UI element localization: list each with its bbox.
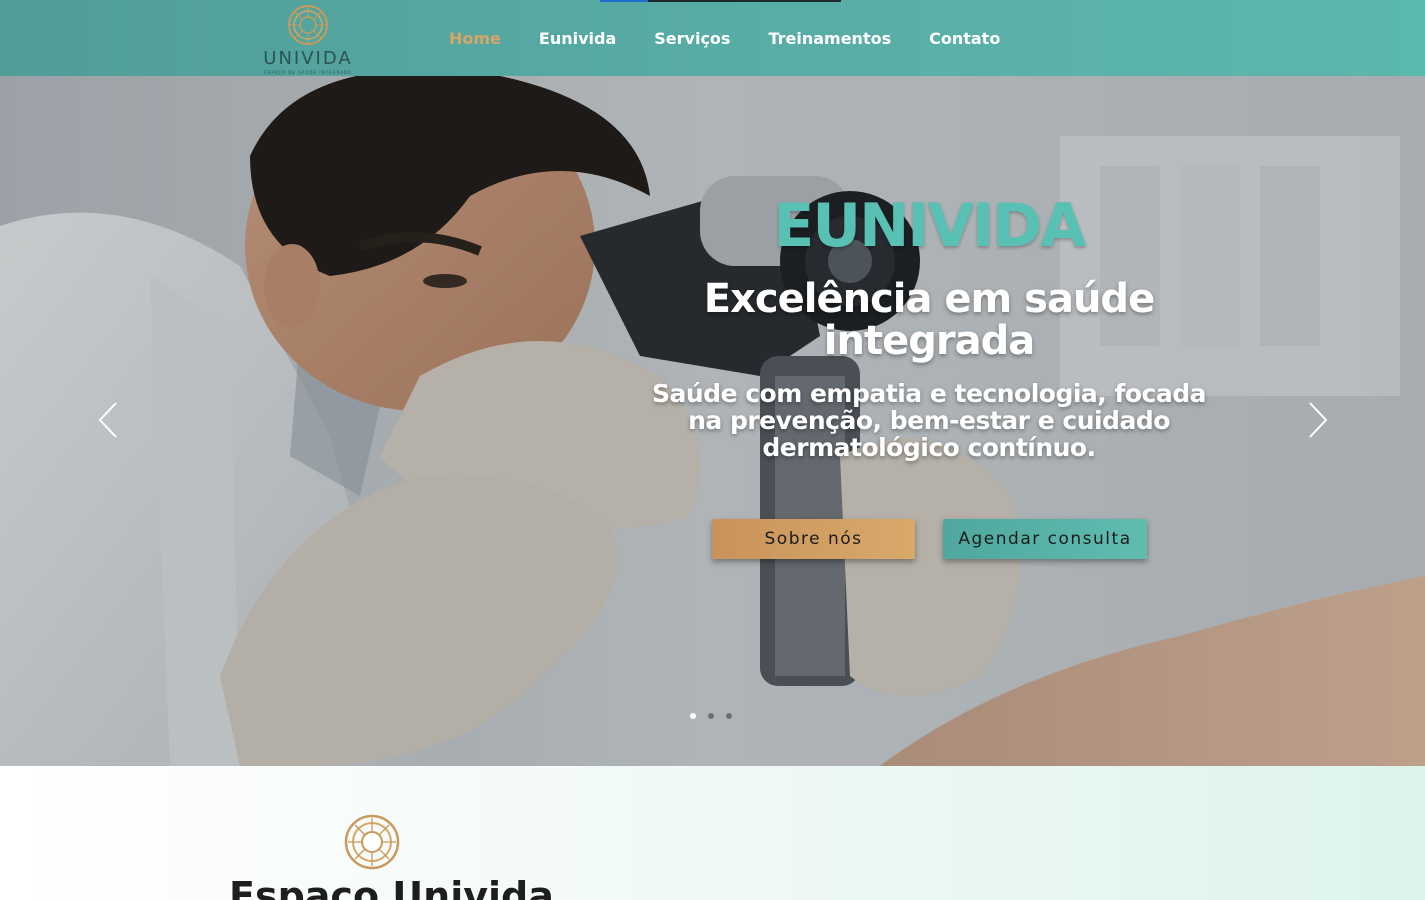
logo-wordmark: UNIVIDA <box>263 48 353 69</box>
site-logo[interactable]: UNIVIDA ESPAÇO DE SAÚDE INTEGRADA <box>262 4 354 75</box>
carousel-next-button[interactable] <box>1300 400 1330 440</box>
chevron-right-icon <box>1309 402 1328 438</box>
carousel-indicators <box>690 713 732 719</box>
logo-tagline: ESPAÇO DE SAÚDE INTEGRADA <box>264 70 352 75</box>
about-section: Espaço Univida <box>0 766 1425 900</box>
hero-carousel: EUNIVIDA Excelência em saúde integrada S… <box>0 76 1425 766</box>
nav-item-contato[interactable]: Contato <box>910 29 1019 48</box>
hero-headline: Excelência em saúde integrada <box>703 276 1155 364</box>
nav-item-servicos[interactable]: Serviços <box>635 29 749 48</box>
about-section-title: Espaço Univida <box>229 874 554 900</box>
carousel-dot-3[interactable] <box>726 713 732 719</box>
hero-text-block: EUNIVIDA Excelência em saúde integrada S… <box>630 188 1228 461</box>
carousel-dot-1[interactable] <box>690 713 696 719</box>
site-header: UNIVIDA ESPAÇO DE SAÚDE INTEGRADA Home E… <box>0 0 1425 76</box>
carousel-dot-2[interactable] <box>708 713 714 719</box>
main-nav: Home Eunivida Serviços Treinamentos Cont… <box>430 0 1019 76</box>
nav-item-treinamentos[interactable]: Treinamentos <box>749 29 910 48</box>
hero-cta-group: Sobre nós Agendar consulta <box>712 519 1147 559</box>
nav-item-eunivida[interactable]: Eunivida <box>520 29 635 48</box>
about-us-button[interactable]: Sobre nós <box>712 519 915 559</box>
schedule-appointment-button[interactable]: Agendar consulta <box>943 519 1147 559</box>
chevron-left-icon <box>98 402 117 438</box>
mandala-emblem-icon <box>344 814 400 870</box>
nav-item-home[interactable]: Home <box>430 29 520 48</box>
hero-brand-title: EUNIVIDA <box>773 191 1086 261</box>
hero-subtitle: Saúde com empatia e tecnologia, focada n… <box>652 379 1207 462</box>
mandala-logo-icon <box>288 5 328 45</box>
carousel-prev-button[interactable] <box>96 400 126 440</box>
